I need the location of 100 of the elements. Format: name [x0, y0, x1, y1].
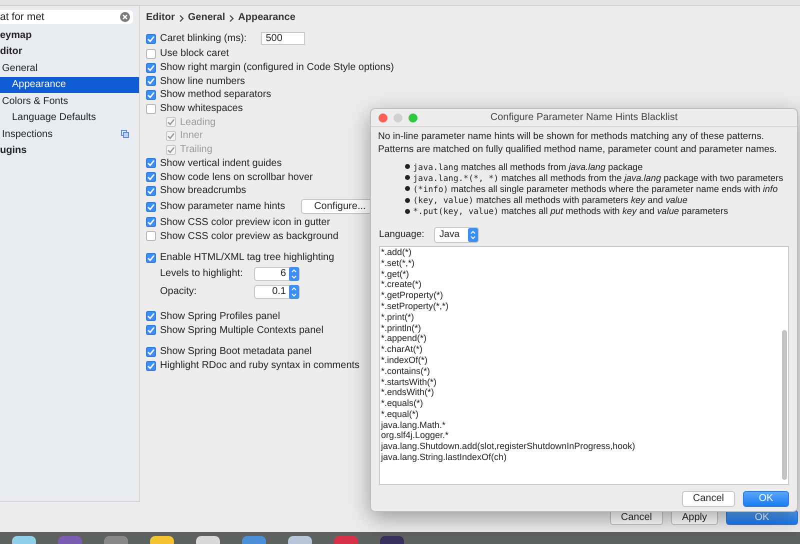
- pattern-line: *.setProperty(*,*): [381, 300, 450, 312]
- pattern-line: *.equals(*): [381, 398, 424, 409]
- pattern-line: *.add(*): [381, 246, 413, 258]
- checkbox[interactable]: [146, 231, 156, 242]
- pattern-line: org.slf4j.Logger.*: [381, 430, 450, 442]
- option-label: Show breadcrumbs: [160, 185, 246, 196]
- pattern-line: *.create(*): [381, 279, 423, 290]
- option-label: Show CSS color preview as background: [160, 230, 338, 242]
- option-label: Show Spring Multiple Contexts panel: [160, 324, 324, 336]
- search-field[interactable]: at for met: [0, 10, 133, 24]
- pattern-line: java.lang.String.lastIndexOf(ch): [381, 452, 508, 463]
- pattern-example: java.lang matches all methods from java.lang package: [413, 162, 643, 172]
- patterns-text-area[interactable]: [379, 246, 789, 485]
- tree-item[interactable]: General: [0, 60, 139, 76]
- bullet-icon: [405, 164, 410, 170]
- breadcrumb-item[interactable]: General: [188, 12, 226, 30]
- bullet-icon: [405, 198, 410, 203]
- app-icon[interactable]: [196, 535, 220, 544]
- app-icon[interactable]: [12, 535, 36, 544]
- checkbox[interactable]: [146, 360, 156, 371]
- option-label: Show right margin (configured in Code Style options): [160, 62, 394, 74]
- pattern-line: *.indexOf(*): [381, 354, 429, 366]
- chevron-icon: [178, 12, 184, 24]
- option-label: Show vertical indent guides: [160, 158, 282, 169]
- stepper-icon[interactable]: [289, 266, 299, 281]
- checkbox[interactable]: [146, 158, 156, 168]
- bullet-icon: [405, 186, 410, 192]
- pattern-line: *.println(*): [381, 322, 422, 334]
- chevron-icon: [229, 12, 234, 24]
- checkbox[interactable]: [146, 217, 156, 228]
- pattern-line: *.equal(*): [381, 408, 420, 420]
- pattern-line: *.charAt(*): [381, 344, 424, 355]
- checkbox[interactable]: [146, 252, 156, 263]
- option-label: Use block caret: [160, 48, 229, 60]
- language-select[interactable]: Java: [434, 226, 479, 243]
- option-label: Show CSS color preview icon in gutter: [160, 216, 330, 228]
- app-icon[interactable]: [288, 535, 312, 544]
- tree-item[interactable]: Language Defaults: [0, 110, 139, 126]
- window-title: Configure Parameter Name Hints Blacklist: [490, 112, 678, 123]
- checkbox[interactable]: [146, 62, 156, 73]
- scrollbar-thumb[interactable]: [782, 330, 787, 480]
- option-label: Levels to highlight:: [160, 268, 244, 280]
- stepper-icon[interactable]: [289, 284, 299, 299]
- checkbox[interactable]: [146, 48, 156, 59]
- pattern-line: java.lang.Math.*: [381, 420, 447, 430]
- breadcrumb-item[interactable]: Appearance: [238, 12, 296, 30]
- pattern-line: *.set(*,*): [381, 258, 416, 269]
- option-label: Show Spring Boot metadata panel: [160, 346, 312, 358]
- cancel-button[interactable]: Cancel: [682, 490, 735, 507]
- clear-icon[interactable]: [120, 12, 130, 22]
- tree-item[interactable]: Colors & Fonts: [0, 93, 139, 110]
- option-label: Caret blinking (ms):: [160, 33, 247, 44]
- option-label: Leading: [180, 116, 216, 128]
- pattern-line: *.contains(*): [381, 366, 432, 376]
- pattern-line: *.get(*): [381, 268, 410, 280]
- language-label: Language:: [379, 229, 424, 240]
- pattern-line: *.print(*): [381, 312, 416, 323]
- checkbox[interactable]: [146, 325, 156, 336]
- checkbox[interactable]: [146, 346, 156, 357]
- checkbox[interactable]: [146, 172, 156, 182]
- pattern-line: *.getProperty(*): [381, 290, 444, 301]
- breadcrumb-item[interactable]: Editor: [146, 12, 175, 30]
- pattern-example: java.lang.*(*, *) matches all methods from the java.lang package with two parameters: [413, 172, 784, 183]
- checkbox[interactable]: [146, 76, 156, 86]
- option-label: Opacity:: [160, 286, 198, 298]
- pattern-example: (*info) matches all single parameter methods where the parameter name ends with info: [413, 184, 778, 194]
- option-label: Show whitespaces: [160, 103, 243, 114]
- app-icon[interactable]: [150, 535, 174, 544]
- pattern-example: (key, value) matches all methods with parameters key and value: [413, 195, 688, 206]
- bullet-icon: [405, 208, 410, 214]
- number-spinner[interactable]: 0.1: [254, 284, 300, 299]
- pattern-line: java.lang.Shutdown.add(slot,registerShutdownInProgress,hook): [381, 441, 636, 452]
- pattern-line: *.endsWith(*): [381, 387, 436, 398]
- checkbox[interactable]: [146, 202, 156, 212]
- option-label: Show parameter name hints: [160, 201, 286, 212]
- option-label: Show method separators: [160, 89, 272, 100]
- app-icon[interactable]: [380, 535, 404, 544]
- tree-item[interactable]: Appearance: [0, 76, 139, 93]
- tree-item[interactable]: ugins: [0, 142, 139, 159]
- pattern-line: *.append(*): [381, 333, 428, 344]
- checkbox[interactable]: [146, 34, 156, 44]
- number-spinner[interactable]: 6: [254, 266, 300, 281]
- tree-item[interactable]: eymap: [0, 27, 139, 44]
- bullet-icon: [405, 175, 410, 180]
- option-label: Show Spring Profiles panel: [160, 310, 280, 322]
- tree-item[interactable]: ditor: [0, 44, 139, 60]
- updown-icon: [468, 228, 478, 242]
- checkbox[interactable]: [146, 104, 156, 114]
- checkbox[interactable]: [146, 90, 156, 100]
- tree-item[interactable]: Inspections: [0, 126, 139, 142]
- option-label: Show line numbers: [160, 76, 246, 87]
- description-text: No in-line parameter name hints will be shown for methods matching any of these patterns. Patterns are matched on fully qualified method name, parameter count and parameter names.: [378, 131, 778, 156]
- input-field[interactable]: 500: [260, 32, 305, 45]
- option-label: Inner: [180, 130, 203, 142]
- option-label: Highlight RDoc and ruby syntax in comments: [160, 360, 360, 372]
- option-label: Trailing: [180, 144, 212, 156]
- checkbox[interactable]: [146, 311, 156, 322]
- pattern-line: *.startsWith(*): [381, 376, 438, 388]
- option-label: Enable HTML/XML tag tree highlighting: [160, 252, 334, 264]
- checkbox[interactable]: [146, 186, 156, 196]
